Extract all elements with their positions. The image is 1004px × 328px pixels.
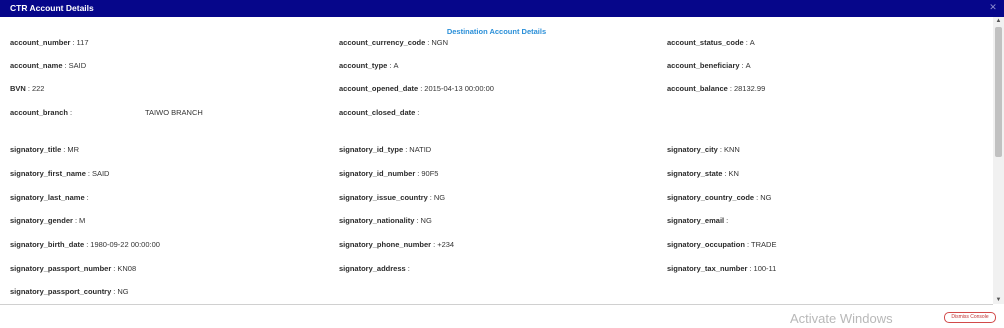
field-signatory-title: signatory_title: MR bbox=[10, 145, 80, 154]
field-value: SAID bbox=[68, 61, 87, 70]
scrollbar-thumb[interactable] bbox=[995, 27, 1002, 157]
field-label: signatory_birth_date bbox=[10, 240, 85, 249]
field-label: signatory_city bbox=[667, 145, 718, 154]
scroll-down-arrow-icon[interactable]: ▼ bbox=[993, 296, 1004, 304]
field-label: account_name bbox=[10, 61, 63, 70]
field-label: account_number bbox=[10, 38, 71, 47]
dismiss-console-button[interactable]: Dismiss Console bbox=[944, 312, 996, 323]
field-value: SAID bbox=[91, 169, 110, 178]
field-signatory-address: signatory_address: bbox=[339, 264, 410, 273]
field-label: account_closed_date bbox=[339, 108, 416, 117]
field-label: account_beneficiary bbox=[667, 61, 740, 70]
field-label: signatory_issue_country bbox=[339, 193, 428, 202]
field-signatory-id-type: signatory_id_type: NATID bbox=[339, 145, 432, 154]
field-value: 117 bbox=[76, 38, 89, 47]
field-value: 28132.99 bbox=[733, 84, 766, 93]
field-account-balance: account_balance:28132.99 bbox=[667, 84, 766, 93]
field-label: signatory_gender bbox=[10, 216, 73, 225]
field-value: TAIWO BRANCH bbox=[145, 108, 203, 117]
scroll-up-arrow-icon[interactable]: ▲ bbox=[993, 17, 1004, 25]
field-label: signatory_passport_number bbox=[10, 264, 112, 273]
field-label: signatory_state bbox=[667, 169, 723, 178]
field-bvn: BVN:222 bbox=[10, 84, 45, 93]
field-label: signatory_passport_country bbox=[10, 287, 112, 296]
field-account-name: account_name: SAID bbox=[10, 61, 87, 70]
field-label: BVN bbox=[10, 84, 26, 93]
field-signatory-tax-number: signatory_tax_number:100-11 bbox=[667, 264, 777, 273]
field-label: account_branch bbox=[10, 108, 68, 117]
field-value: MR bbox=[67, 145, 80, 154]
account-details-panel: Destination Account Details account_numb… bbox=[0, 17, 993, 305]
field-account-type: account_type: A bbox=[339, 61, 399, 70]
field-value: TRADE bbox=[751, 240, 777, 249]
field-label: signatory_id_type bbox=[339, 145, 404, 154]
field-label: signatory_first_name bbox=[10, 169, 86, 178]
field-value: NGN bbox=[431, 38, 449, 47]
field-label: account_status_code bbox=[667, 38, 744, 47]
field-value: 1980-09-22 00:00:00 bbox=[90, 240, 160, 249]
field-value: A bbox=[745, 61, 751, 70]
window-titlebar: CTR Account Details ✕ bbox=[0, 0, 1004, 17]
field-account-branch: account_branch: bbox=[10, 108, 73, 117]
field-value: NG bbox=[420, 216, 432, 225]
field-value: M bbox=[79, 216, 86, 225]
field-value: KN bbox=[728, 169, 739, 178]
field-account-currency-code: account_currency_code: NGN bbox=[339, 38, 449, 47]
field-label: signatory_id_number bbox=[339, 169, 416, 178]
field-signatory-nationality: signatory_nationality: NG bbox=[339, 216, 432, 225]
field-label: signatory_tax_number bbox=[667, 264, 748, 273]
field-signatory-city: signatory_city: KNN bbox=[667, 145, 740, 154]
field-value: KN08 bbox=[117, 264, 137, 273]
field-label: account_type bbox=[339, 61, 388, 70]
field-signatory-occupation: signatory_occupation: TRADE bbox=[667, 240, 777, 249]
section-title: Destination Account Details bbox=[446, 27, 547, 36]
field-label: signatory_email bbox=[667, 216, 725, 225]
field-label: signatory_title bbox=[10, 145, 62, 154]
field-value: 100-11 bbox=[753, 264, 777, 273]
field-account-opened-date: account_opened_date:2015-04-13 00:00:00 bbox=[339, 84, 494, 93]
field-value: NG bbox=[433, 193, 446, 202]
field-signatory-email: signatory_email: bbox=[667, 216, 729, 225]
field-label: signatory_last_name bbox=[10, 193, 85, 202]
field-account-beneficiary: account_beneficiary: A bbox=[667, 61, 751, 70]
field-value: NG bbox=[760, 193, 772, 202]
field-signatory-phone-number: signatory_phone_number: +234 bbox=[339, 240, 455, 249]
field-value: A bbox=[749, 38, 755, 47]
field-signatory-last-name: signatory_last_name: bbox=[10, 193, 89, 202]
field-account-branch-value: TAIWO BRANCH bbox=[145, 108, 203, 117]
field-value: +234 bbox=[437, 240, 455, 249]
field-signatory-passport-country: signatory_passport_country: NG bbox=[10, 287, 129, 296]
vertical-scrollbar[interactable]: ▲ ▼ bbox=[993, 17, 1004, 304]
field-value: 222 bbox=[31, 84, 45, 93]
field-value: KNN bbox=[723, 145, 740, 154]
field-label: signatory_occupation bbox=[667, 240, 745, 249]
field-signatory-gender: signatory_gender: M bbox=[10, 216, 86, 225]
window-footer: Activate Windows Dismiss Console bbox=[0, 305, 1004, 328]
field-label: signatory_address bbox=[339, 264, 406, 273]
field-signatory-passport-number: signatory_passport_number: KN08 bbox=[10, 264, 137, 273]
field-label: signatory_country_code bbox=[667, 193, 755, 202]
field-label: signatory_phone_number bbox=[339, 240, 432, 249]
field-account-number: account_number:117 bbox=[10, 38, 89, 47]
close-icon[interactable]: ✕ bbox=[988, 2, 998, 13]
field-label: account_balance bbox=[667, 84, 728, 93]
field-signatory-issue-country: signatory_issue_country: NG bbox=[339, 193, 446, 202]
field-account-status-code: account_status_code: A bbox=[667, 38, 755, 47]
field-label: signatory_nationality bbox=[339, 216, 415, 225]
field-signatory-birth-date: signatory_birth_date:1980-09-22 00:00:00 bbox=[10, 240, 160, 249]
field-signatory-country-code: signatory_country_code: NG bbox=[667, 193, 772, 202]
field-value: 2015-04-13 00:00:00 bbox=[424, 84, 494, 93]
field-label: account_currency_code bbox=[339, 38, 426, 47]
field-signatory-id-number: signatory_id_number:90F5 bbox=[339, 169, 439, 178]
field-value: 90F5 bbox=[421, 169, 439, 178]
field-label: account_opened_date bbox=[339, 84, 419, 93]
field-value: NG bbox=[117, 287, 129, 296]
field-account-closed-date: account_closed_date: bbox=[339, 108, 420, 117]
field-value: NATID bbox=[409, 145, 432, 154]
field-signatory-first-name: signatory_first_name: SAID bbox=[10, 169, 110, 178]
field-signatory-state: signatory_state: KN bbox=[667, 169, 739, 178]
field-value: A bbox=[393, 61, 399, 70]
activate-windows-watermark: Activate Windows bbox=[790, 311, 893, 326]
window-title: CTR Account Details bbox=[10, 3, 94, 13]
